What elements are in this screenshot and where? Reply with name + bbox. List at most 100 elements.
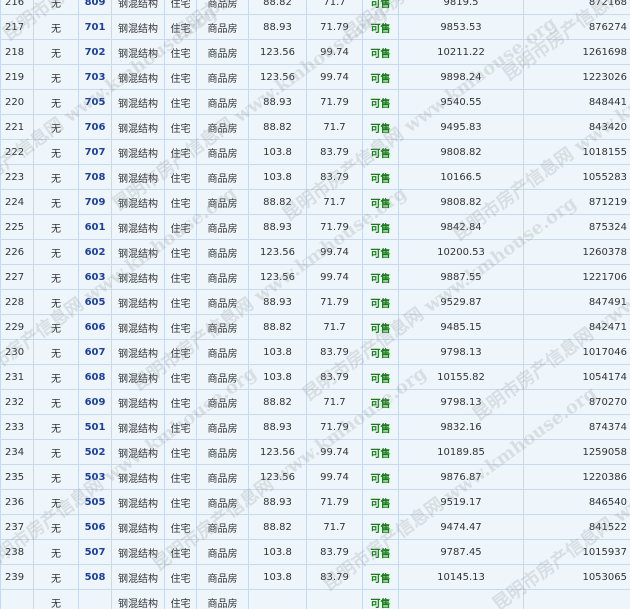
seq-cell: 239 [0, 564, 34, 590]
seq-cell: 231 [0, 364, 34, 390]
structure-cell: 钢混结构 [111, 314, 165, 340]
unit-price-cell: 10145.13 [398, 564, 524, 590]
room-number-cell: 707 [78, 139, 112, 165]
seq-cell: 219 [0, 64, 34, 90]
mortgage-cell: 无 [33, 264, 79, 290]
room-number-cell: 608 [78, 364, 112, 390]
total-price-cell: 1223026 [523, 64, 630, 90]
inner-area-cell: 71.7 [306, 389, 363, 415]
total-price-cell: 1220386 [523, 464, 630, 490]
total-price-cell: 1260378 [523, 239, 630, 265]
mortgage-cell: 无 [33, 314, 79, 340]
structure-cell: 钢混结构 [111, 439, 165, 465]
structure-cell: 钢混结构 [111, 514, 165, 540]
room-number-cell: 603 [78, 264, 112, 290]
usage-cell: 住宅 [164, 264, 197, 290]
build-area-cell: 88.82 [248, 389, 307, 415]
table-row: 231 无 608 钢混结构 住宅 商品房 103.8 83.79 可售 10155.82 1054… [0, 364, 630, 390]
sale-status-cell: 可售 [362, 589, 399, 609]
build-area-cell: 88.93 [248, 214, 307, 240]
table-body: 216 无 809 钢混结构 住宅 商品房 88.82 71.7 可售 9819.5 872168 2… [0, 0, 630, 609]
sale-status-cell: 可售 [362, 14, 399, 40]
inner-area-cell: 83.79 [306, 564, 363, 590]
inner-area-cell: 99.74 [306, 64, 363, 90]
unit-price-cell: 9832.16 [398, 414, 524, 440]
usage-cell: 住宅 [164, 539, 197, 565]
inner-area-cell: 71.7 [306, 189, 363, 215]
sale-status-cell: 可售 [362, 264, 399, 290]
room-number-cell: 701 [78, 14, 112, 40]
structure-cell: 钢混结构 [111, 64, 165, 90]
structure-cell: 钢混结构 [111, 364, 165, 390]
structure-cell: 钢混结构 [111, 214, 165, 240]
inner-area-cell: 71.7 [306, 114, 363, 140]
table-row: 223 无 708 钢混结构 住宅 商品房 103.8 83.79 可售 10166.5 10552… [0, 164, 630, 190]
mortgage-cell: 无 [33, 389, 79, 415]
room-number-cell: 602 [78, 239, 112, 265]
total-price-cell: 843420 [523, 114, 630, 140]
inner-area-cell: 71.79 [306, 489, 363, 515]
unit-price-cell: 9474.47 [398, 514, 524, 540]
room-number-cell [78, 589, 112, 609]
total-price-cell: 871219 [523, 189, 630, 215]
room-number-cell: 708 [78, 164, 112, 190]
table-row: 无 钢混结构 住宅 商品房 可售 [0, 589, 630, 609]
house-type-cell: 商品房 [196, 14, 249, 40]
usage-cell: 住宅 [164, 39, 197, 65]
mortgage-cell: 无 [33, 14, 79, 40]
mortgage-cell: 无 [33, 114, 79, 140]
seq-cell: 233 [0, 414, 34, 440]
sale-status-cell: 可售 [362, 214, 399, 240]
room-number-cell: 508 [78, 564, 112, 590]
unit-price-cell: 10189.85 [398, 439, 524, 465]
seq-cell: 234 [0, 439, 34, 465]
room-number-cell: 709 [78, 189, 112, 215]
usage-cell: 住宅 [164, 64, 197, 90]
structure-cell: 钢混结构 [111, 39, 165, 65]
usage-cell: 住宅 [164, 139, 197, 165]
unit-price-cell: 9540.55 [398, 89, 524, 115]
total-price-cell: 1054174 [523, 364, 630, 390]
build-area-cell: 88.82 [248, 114, 307, 140]
seq-cell: 222 [0, 139, 34, 165]
room-number-cell: 503 [78, 464, 112, 490]
inner-area-cell: 99.74 [306, 239, 363, 265]
build-area-cell: 103.8 [248, 539, 307, 565]
room-number-cell: 506 [78, 514, 112, 540]
table-row: 234 无 502 钢混结构 住宅 商品房 123.56 99.74 可售 10189.85 125… [0, 439, 630, 465]
sale-status-cell: 可售 [362, 514, 399, 540]
mortgage-cell: 无 [33, 89, 79, 115]
total-price-cell: 1259058 [523, 439, 630, 465]
house-type-cell: 商品房 [196, 464, 249, 490]
room-number-cell: 501 [78, 414, 112, 440]
house-type-cell: 商品房 [196, 214, 249, 240]
structure-cell: 钢混结构 [111, 264, 165, 290]
unit-price-cell: 9485.15 [398, 314, 524, 340]
usage-cell: 住宅 [164, 389, 197, 415]
sale-status-cell: 可售 [362, 339, 399, 365]
inner-area-cell: 71.79 [306, 289, 363, 315]
usage-cell: 住宅 [164, 439, 197, 465]
usage-cell: 住宅 [164, 489, 197, 515]
structure-cell: 钢混结构 [111, 339, 165, 365]
seq-cell: 229 [0, 314, 34, 340]
unit-price-cell [398, 589, 524, 609]
mortgage-cell: 无 [33, 364, 79, 390]
room-number-cell: 605 [78, 289, 112, 315]
mortgage-cell: 无 [33, 0, 79, 15]
build-area-cell: 103.8 [248, 564, 307, 590]
structure-cell: 钢混结构 [111, 489, 165, 515]
build-area-cell: 123.56 [248, 439, 307, 465]
total-price-cell: 842471 [523, 314, 630, 340]
total-price-cell: 847491 [523, 289, 630, 315]
usage-cell: 住宅 [164, 189, 197, 215]
room-number-cell: 502 [78, 439, 112, 465]
mortgage-cell: 无 [33, 464, 79, 490]
mortgage-cell: 无 [33, 214, 79, 240]
structure-cell: 钢混结构 [111, 0, 165, 15]
mortgage-cell: 无 [33, 164, 79, 190]
table-row: 224 无 709 钢混结构 住宅 商品房 88.82 71.7 可售 9808.82 871219 [0, 189, 630, 215]
seq-cell: 217 [0, 14, 34, 40]
structure-cell: 钢混结构 [111, 539, 165, 565]
unit-price-cell: 9842.84 [398, 214, 524, 240]
